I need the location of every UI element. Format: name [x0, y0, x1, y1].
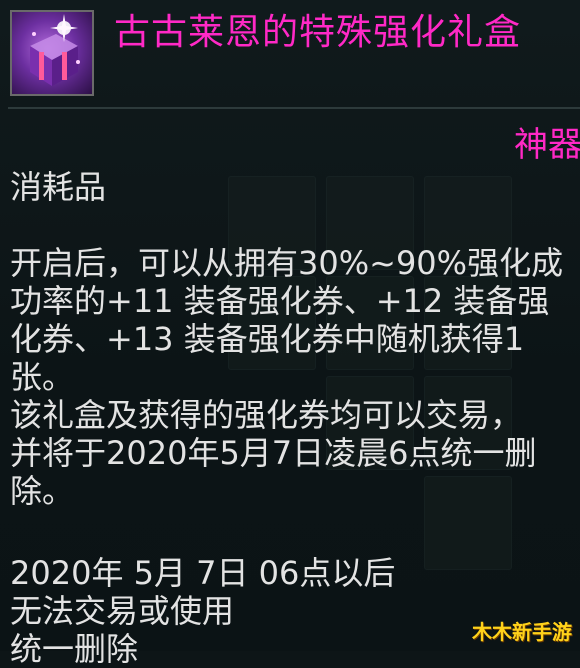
item-title: 古古莱恩的特殊强化礼盒: [114, 12, 522, 53]
item-category: 消耗品: [10, 168, 107, 206]
description-line: 除。: [10, 472, 75, 510]
expiry-line: 2020年 5月 7日 06点以后: [10, 554, 396, 592]
description-line: 该礼盒及获得的强化券均可以交易，: [10, 396, 523, 434]
title-divider: [8, 107, 580, 109]
description-line: 化券、+13 装备强化券中随机获得1: [10, 320, 525, 358]
expiry-line: 无法交易或使用: [10, 592, 235, 630]
watermark-text: 木木新手游: [472, 620, 572, 644]
expiry-line: 统一删除: [10, 630, 139, 668]
description-line: 功率的+11 装备强化券、+12 装备强: [10, 282, 550, 320]
description-line: 并将于2020年5月7日凌晨6点统一删: [10, 434, 537, 472]
gift-box-icon[interactable]: [10, 10, 94, 96]
description-line: 张。: [10, 358, 75, 396]
item-tooltip: 古古莱恩的特殊强化礼盒 神器 消耗品 开启后，可以从拥有30%~90%强化成 功…: [0, 0, 580, 668]
item-description: 开启后，可以从拥有30%~90%强化成 功率的+11 装备强化券、+12 装备强…: [10, 244, 563, 510]
rarity-label: 神器: [514, 125, 580, 165]
description-line: 开启后，可以从拥有30%~90%强化成: [10, 244, 564, 282]
